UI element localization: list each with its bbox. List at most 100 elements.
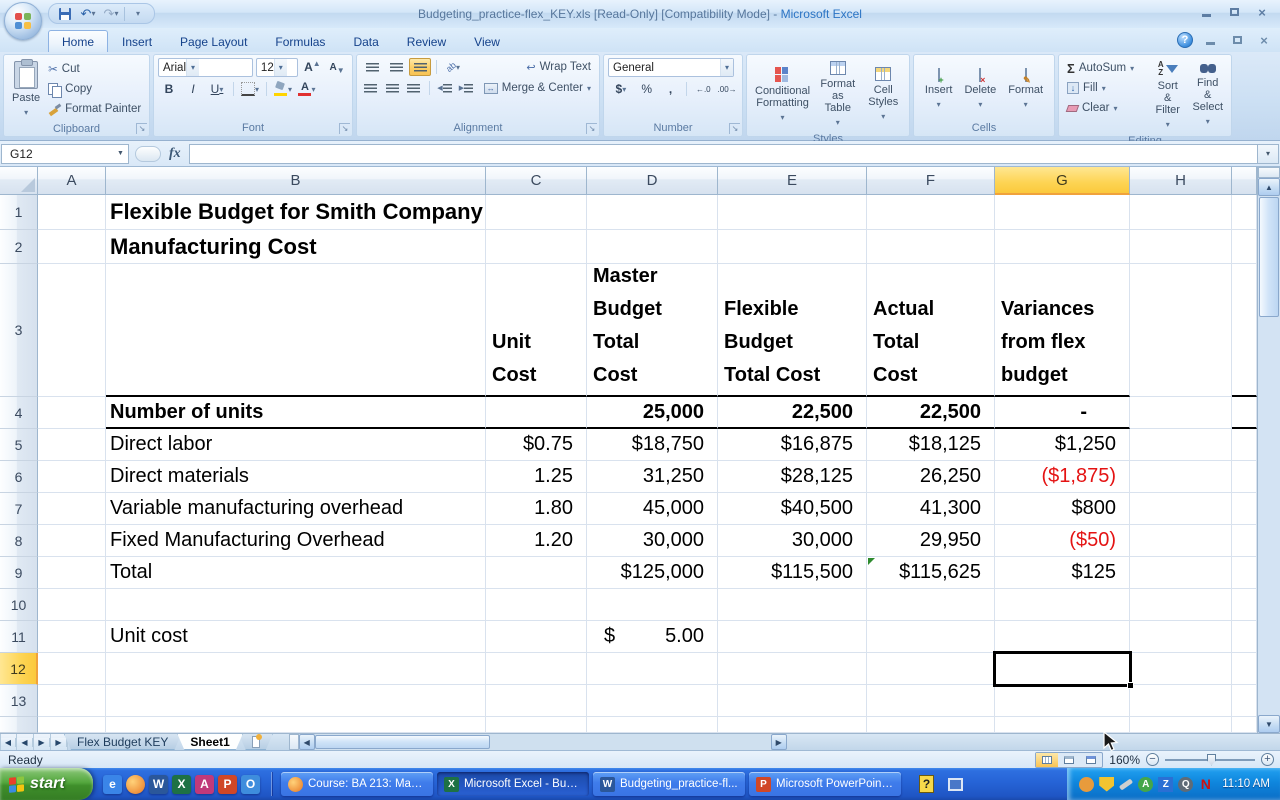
cell-G9[interactable]: $125 (995, 557, 1130, 589)
sort-filter-button[interactable]: AZ Sort & Filter ▾ (1150, 58, 1185, 134)
comma-style-button[interactable]: , (660, 80, 682, 98)
percent-style-button[interactable]: % (636, 80, 658, 98)
select-all-corner[interactable] (0, 167, 38, 195)
sheet-tab-sheet1[interactable]: Sheet1 (177, 734, 242, 750)
increase-indent-button[interactable]: ▶ (456, 79, 476, 97)
cell-G10[interactable] (995, 589, 1130, 621)
cell-F8[interactable]: 29,950 (867, 525, 995, 557)
underline-button[interactable]: U▾ (206, 80, 228, 98)
page-layout-view-button[interactable] (1058, 753, 1080, 767)
ribbon-tab-data[interactable]: Data (339, 30, 392, 53)
zoom-slider-track[interactable] (1165, 759, 1255, 761)
cell-H4[interactable] (1130, 397, 1232, 429)
cell-A7[interactable] (38, 493, 106, 525)
bottom-align-button[interactable] (409, 58, 431, 76)
delete-cells-button[interactable]: × Delete ▾ (960, 58, 1000, 121)
cell-A2[interactable] (38, 230, 106, 264)
ribbon-tab-insert[interactable]: Insert (108, 30, 166, 53)
ribbon-tab-page-layout[interactable]: Page Layout (166, 30, 261, 53)
cell-C1[interactable] (486, 195, 587, 230)
horizontal-scroll-track[interactable] (315, 734, 771, 750)
alignment-dialog-launcher[interactable]: ↘ (586, 123, 597, 134)
row-header-1[interactable]: 1 (0, 195, 38, 230)
cell-F13[interactable] (867, 685, 995, 717)
cell-C12[interactable] (486, 653, 587, 685)
column-header-E[interactable]: E (718, 167, 867, 195)
format-as-table-button[interactable]: Format as Table ▾ (816, 58, 859, 132)
row-header-12[interactable]: 12 (0, 653, 38, 685)
autosum-button[interactable]: ΣAutoSum▾ (1063, 59, 1147, 77)
zoom-out-button[interactable]: − (1146, 753, 1159, 766)
quick-launch-word-icon[interactable]: W (149, 775, 168, 794)
cell-B7[interactable]: Variable manufacturing overhead (106, 493, 486, 525)
shrink-font-button[interactable]: A▼ (326, 58, 348, 76)
cell-E9[interactable]: $115,500 (718, 557, 867, 589)
cell-B8[interactable]: Fixed Manufacturing Overhead (106, 525, 486, 557)
cell-F5[interactable]: $18,125 (867, 429, 995, 461)
ribbon-tab-view[interactable]: View (460, 30, 514, 53)
row-header-4[interactable]: 4 (0, 397, 38, 429)
cell-H10[interactable] (1130, 589, 1232, 621)
fill-button[interactable]: ↓Fill▾ (1063, 79, 1147, 97)
tray-antivirus-icon[interactable]: A (1138, 777, 1153, 792)
help-button[interactable]: ? (1177, 32, 1193, 48)
cell-G5[interactable]: $1,250 (995, 429, 1130, 461)
number-format-combo[interactable]: General▾ (608, 58, 734, 77)
cell-F1[interactable] (867, 195, 995, 230)
vertical-split-handle[interactable] (1258, 167, 1280, 178)
orientation-button[interactable]: ab▾ (442, 58, 464, 76)
copy-button[interactable]: Copy (44, 80, 145, 98)
cell-E6[interactable]: $28,125 (718, 461, 867, 493)
cell-H6[interactable] (1130, 461, 1232, 493)
quick-launch-excel-icon[interactable]: X (172, 775, 191, 794)
font-size-combo[interactable]: 12▾ (256, 58, 299, 77)
formula-input[interactable] (189, 144, 1257, 164)
cell-B11[interactable]: Unit cost (106, 621, 486, 653)
row-header-11[interactable]: 11 (0, 621, 38, 653)
zoom-level[interactable]: 160% (1109, 753, 1140, 767)
cell-styles-button[interactable]: Cell Styles ▾ (862, 58, 905, 132)
italic-button[interactable]: I (182, 80, 204, 98)
find-select-button[interactable]: Find & Select ▾ (1188, 58, 1227, 134)
conditional-formatting-button[interactable]: Conditional Formatting ▾ (751, 58, 814, 132)
column-header-H[interactable]: H (1130, 167, 1232, 195)
cell-G7[interactable]: $800 (995, 493, 1130, 525)
next-sheet-button[interactable]: ▶ (34, 734, 51, 750)
vertical-scroll-thumb[interactable] (1259, 197, 1279, 317)
cell-D4[interactable]: 25,000 (587, 397, 718, 429)
cut-button[interactable]: ✂Cut (44, 60, 145, 78)
cell-D8[interactable]: 30,000 (587, 525, 718, 557)
cell-A6[interactable] (38, 461, 106, 493)
cell-A3[interactable] (38, 264, 106, 397)
cell-B6[interactable]: Direct materials (106, 461, 486, 493)
column-header-B[interactable]: B (106, 167, 486, 195)
cell-G3[interactable]: Variances from flex budget (995, 264, 1130, 397)
cell-B9[interactable]: Total (106, 557, 486, 589)
cell-C6[interactable]: 1.25 (486, 461, 587, 493)
vertical-scrollbar[interactable]: ▲ ▼ (1257, 167, 1280, 733)
cell-A8[interactable] (38, 525, 106, 557)
quick-launch-firefox-icon[interactable] (126, 775, 145, 794)
column-header-F[interactable]: F (867, 167, 995, 195)
number-dialog-launcher[interactable]: ↘ (729, 123, 740, 134)
office-button[interactable] (4, 2, 42, 40)
cell-E1[interactable] (718, 195, 867, 230)
row-header-2[interactable]: 2 (0, 230, 38, 264)
accounting-format-button[interactable]: $▾ (608, 80, 634, 98)
cell-D7[interactable]: 45,000 (587, 493, 718, 525)
start-button[interactable]: start (0, 768, 93, 800)
tray-norton-icon[interactable]: N (1198, 777, 1213, 792)
horizontal-scrollbar[interactable]: ◀ ▶ (287, 734, 787, 750)
close-button[interactable]: × (1252, 5, 1272, 19)
cell-E10[interactable] (718, 589, 867, 621)
cell-E5[interactable]: $16,875 (718, 429, 867, 461)
ribbon-tab-review[interactable]: Review (393, 30, 460, 53)
ribbon-tab-home[interactable]: Home (48, 30, 108, 53)
name-box-dropdown-icon[interactable]: ▼ (113, 145, 128, 163)
cell-B4[interactable]: Number of units (106, 397, 486, 429)
bold-button[interactable]: B (158, 80, 180, 98)
cell-F10[interactable] (867, 589, 995, 621)
wrap-text-button[interactable]: ↩Wrap Text (522, 58, 595, 76)
cell-C11[interactable] (486, 621, 587, 653)
column-header-G[interactable]: G (995, 167, 1130, 195)
